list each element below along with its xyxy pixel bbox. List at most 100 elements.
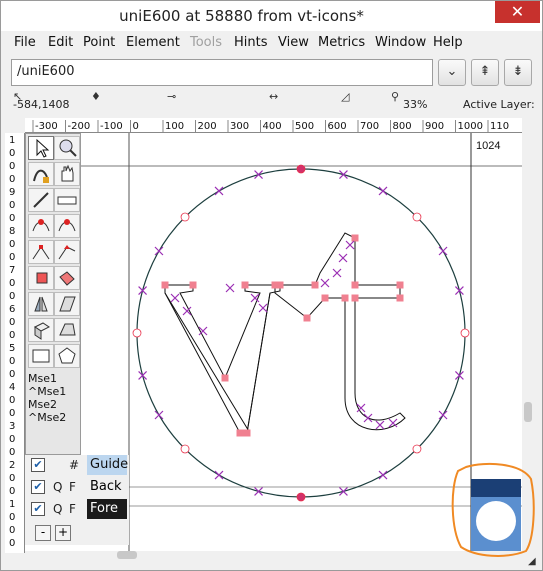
title-bar[interactable]: uniE600 at 58880 from vt-icons* ✕	[1, 1, 542, 31]
control-handle[interactable]	[339, 486, 348, 496]
menu-window[interactable]: Window	[375, 35, 426, 50]
magnify-tool[interactable]	[54, 136, 80, 160]
menu-hints[interactable]: Hints	[234, 35, 268, 50]
control-handle[interactable]	[438, 246, 448, 256]
menu-edit[interactable]: Edit	[48, 35, 73, 50]
ruler-tool[interactable]	[54, 188, 80, 212]
prev-glyph-button[interactable]: ⇞	[471, 59, 499, 86]
curve-point[interactable]	[460, 328, 470, 338]
polygon-tool[interactable]	[54, 344, 80, 368]
control-handle[interactable]	[338, 253, 348, 263]
scroll-hand-tool[interactable]	[54, 162, 80, 186]
layer-name[interactable]: Guide	[87, 455, 128, 475]
tangent-tool[interactable]	[54, 240, 80, 264]
spiro-tool[interactable]	[54, 266, 80, 290]
knife-tool[interactable]	[28, 188, 54, 212]
menu-point[interactable]: Point	[83, 35, 115, 50]
layer-visible-checkbox[interactable]: ✔	[31, 458, 45, 472]
menu-file[interactable]: File	[14, 35, 36, 50]
layer-row-back[interactable]: ✔ Q F Back	[27, 477, 129, 497]
control-handle[interactable]	[138, 371, 148, 380]
control-handle[interactable]	[378, 470, 388, 480]
corner-point[interactable]	[351, 281, 359, 289]
control-handle[interactable]	[438, 410, 448, 420]
control-handle[interactable]	[154, 246, 164, 256]
control-handle[interactable]	[214, 470, 224, 480]
horizontal-scroll-thumb[interactable]	[117, 551, 137, 559]
layer-visible-checkbox[interactable]: ✔	[31, 480, 45, 494]
next-glyph-button[interactable]: ⇟	[504, 59, 532, 86]
corner-point[interactable]	[236, 429, 244, 437]
layer-name[interactable]: Back	[87, 477, 127, 497]
control-handle[interactable]	[254, 486, 263, 496]
menu-element[interactable]: Element	[126, 35, 180, 50]
corner-point[interactable]	[321, 294, 329, 302]
control-handle[interactable]	[258, 303, 268, 313]
control-handle[interactable]	[170, 293, 180, 303]
add-layer-button[interactable]: +	[55, 525, 71, 541]
corner-point[interactable]	[396, 294, 404, 302]
corner-point[interactable]	[243, 429, 251, 437]
curve-point[interactable]	[180, 444, 190, 454]
menu-view[interactable]: View	[278, 35, 309, 50]
corner-point[interactable]	[221, 374, 229, 382]
corner-point[interactable]	[189, 281, 197, 289]
control-handle[interactable]	[339, 170, 348, 180]
curve-point[interactable]	[296, 164, 306, 174]
vertical-scroll-thumb[interactable]	[524, 402, 532, 422]
corner-point[interactable]	[311, 281, 319, 289]
menu-help[interactable]: Help	[433, 35, 463, 50]
control-handle[interactable]	[332, 268, 342, 278]
control-handle[interactable]	[154, 410, 164, 420]
corner-point[interactable]	[303, 314, 311, 322]
control-handle[interactable]	[345, 240, 355, 250]
glyph-name-field[interactable]: /uniE600	[11, 59, 433, 86]
corner-point[interactable]	[161, 281, 169, 289]
menu-tools[interactable]: Tools	[190, 35, 222, 50]
curve-tool[interactable]	[54, 214, 80, 238]
control-handle[interactable]	[363, 413, 373, 423]
curve-point[interactable]	[412, 212, 422, 222]
control-handle[interactable]	[214, 186, 224, 196]
curve-point[interactable]	[296, 492, 306, 502]
curve-point[interactable]	[180, 212, 190, 222]
control-handle[interactable]	[225, 283, 235, 293]
corner-point[interactable]	[341, 294, 349, 302]
corner-point[interactable]	[396, 281, 404, 289]
corner-point[interactable]	[241, 281, 249, 289]
control-handle[interactable]	[138, 286, 148, 295]
menu-metrics[interactable]: Metrics	[318, 35, 365, 50]
layer-name[interactable]: Fore	[87, 499, 127, 519]
corner-point[interactable]	[271, 281, 279, 289]
corner-tool[interactable]	[28, 240, 54, 264]
remove-layer-button[interactable]: -	[35, 525, 51, 541]
layer-visible-checkbox[interactable]: ✔	[31, 502, 45, 516]
3d-rotate-tool[interactable]	[28, 318, 54, 342]
corner-point[interactable]	[351, 234, 359, 242]
glyph-dropdown-button[interactable]: ⌄	[438, 59, 466, 86]
freehand-tool[interactable]	[28, 162, 54, 186]
h-ruler-label: 110	[490, 121, 509, 132]
control-handle[interactable]	[454, 286, 464, 295]
rectangle-tool[interactable]	[28, 344, 54, 368]
control-points[interactable]	[132, 164, 470, 502]
control-handle[interactable]	[254, 170, 263, 180]
pointer-tool[interactable]	[28, 136, 54, 160]
curve-point[interactable]	[412, 444, 422, 454]
resize-grip-icon[interactable]: ◢	[528, 556, 540, 568]
hvcurve-tool[interactable]	[28, 214, 54, 238]
control-handle[interactable]	[378, 186, 388, 196]
control-handle[interactable]	[375, 420, 385, 430]
skew-tool[interactable]	[54, 292, 80, 316]
control-handle[interactable]	[454, 371, 464, 380]
control-handle[interactable]	[320, 278, 330, 288]
perspective-tool[interactable]	[54, 318, 80, 342]
curve-point[interactable]	[132, 328, 142, 338]
corner-point[interactable]	[351, 294, 359, 302]
rotate-tool[interactable]	[28, 292, 54, 316]
close-button[interactable]: ✕	[495, 1, 540, 23]
layer-row-guide[interactable]: ✔ # Guide	[27, 455, 129, 475]
layer-row-fore[interactable]: ✔ Q F Fore	[27, 499, 129, 519]
slope-icon: ◿	[341, 90, 350, 103]
pen-tool[interactable]	[28, 266, 54, 290]
